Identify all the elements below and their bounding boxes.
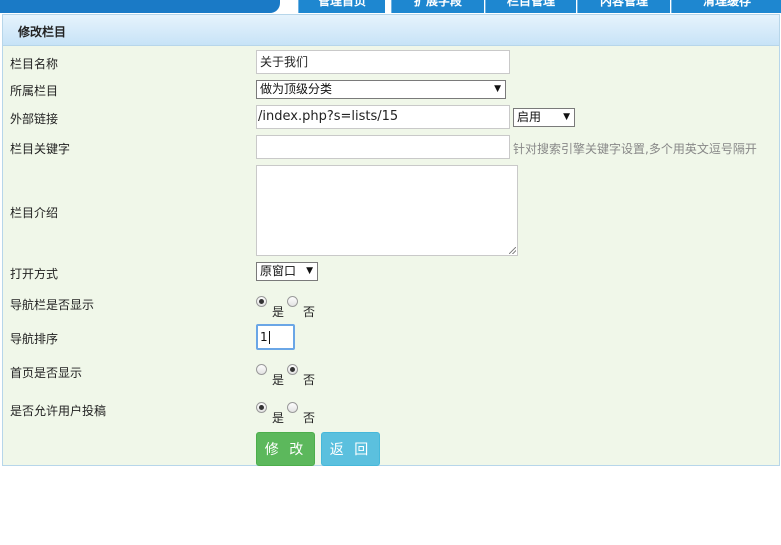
panel-header: 修改栏目 [3,15,779,46]
nav-show-yes-label: 是 [272,305,285,319]
keywords-hint: 针对搜索引擎关键字设置,多个用英文逗号隔开 [513,142,757,156]
open-mode-label: 打开方式 [10,267,59,281]
link-status-select[interactable]: 启用 ▼ [513,108,575,127]
dropdown-arrow-icon: ▼ [563,112,570,122]
nav-show-yes-radio[interactable] [256,296,267,307]
home-show-label: 首页是否显示 [10,366,83,380]
name-input[interactable]: 关于我们 [256,50,510,74]
nav-show-no-radio[interactable] [287,296,298,307]
link-status-value: 启用 [517,110,542,124]
intro-label: 栏目介绍 [10,206,59,220]
nav-tab-fields[interactable]: 扩展字段 [391,0,484,13]
dropdown-arrow-icon: ▼ [494,84,501,94]
text-caret [268,331,270,344]
nav-show-label: 导航栏是否显示 [10,298,95,312]
panel-title: 修改栏目 [18,25,67,39]
intro-textarea[interactable] [256,165,518,256]
home-show-no-label: 否 [303,373,316,387]
parent-label: 所属栏目 [10,84,59,98]
resize-grip-icon[interactable] [509,247,516,254]
nav-order-value: 1 [260,330,268,344]
nav-tab-columns[interactable]: 栏目管理 [485,0,576,13]
nav-tab-clear-cache[interactable]: 清理缓存 [671,0,781,13]
allow-submit-no-radio[interactable] [287,402,298,413]
home-show-no-radio[interactable] [287,364,298,375]
home-show-yes-radio[interactable] [256,364,267,375]
parent-select-value: 做为顶级分类 [260,82,333,96]
open-mode-select[interactable]: 原窗口 ▼ [256,262,318,281]
allow-submit-yes-radio[interactable] [256,402,267,413]
parent-select[interactable]: 做为顶级分类 ▼ [256,80,506,99]
allow-submit-label: 是否允许用户投稿 [10,404,107,418]
open-mode-value: 原窗口 [260,264,297,278]
submit-button[interactable]: 修 改 [256,432,315,466]
name-label: 栏目名称 [10,57,59,71]
link-input[interactable]: /index.php?s=lists/15 [256,105,510,129]
allow-submit-no-label: 否 [303,411,316,425]
home-show-yes-label: 是 [272,373,285,387]
allow-submit-yes-label: 是 [272,411,285,425]
nav-order-label: 导航排序 [10,332,59,346]
keywords-label: 栏目关键字 [10,142,71,156]
nav-order-input[interactable]: 1 [256,324,295,350]
nav-show-no-label: 否 [303,305,316,319]
back-button[interactable]: 返 回 [321,432,380,466]
nav-tab-content[interactable]: 内容管理 [577,0,670,13]
dropdown-arrow-icon: ▼ [306,266,313,276]
nav-tab-home[interactable]: 管理首页 [298,0,385,13]
top-nav: 管理首页 扩展字段 栏目管理 内容管理 清理缓存 [0,0,781,13]
top-nav-banner [0,0,280,13]
keywords-input[interactable] [256,135,510,159]
link-label: 外部链接 [10,112,59,126]
